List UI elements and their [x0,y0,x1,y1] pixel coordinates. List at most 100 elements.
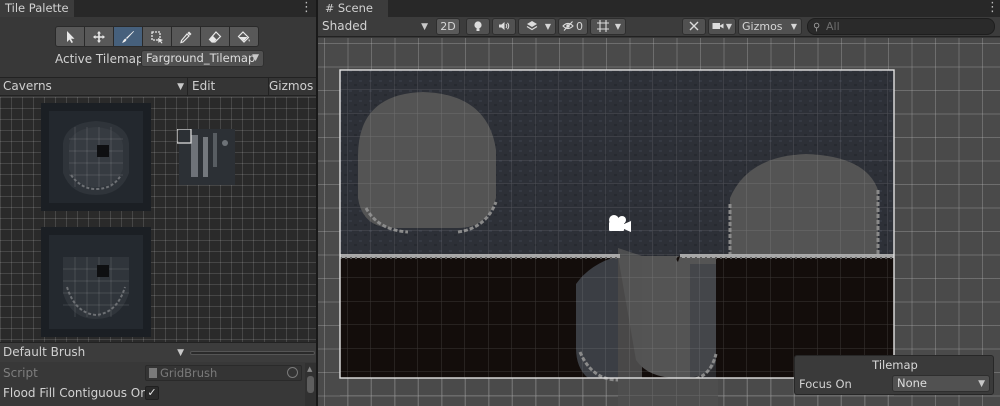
object-picker-icon[interactable] [287,367,298,378]
select-tool-button[interactable] [55,26,85,47]
palette-selector-bar: Caverns ▼ Edit Gizmos [0,77,316,96]
chevron-down-icon: ▼ [177,82,184,92]
chevron-down-icon: ▼ [177,348,184,358]
cave-level-tilemap [339,69,895,406]
flood-fill-checkbox[interactable]: ✓ [145,386,159,400]
script-row: Script GridBrush [0,363,305,383]
eye-slash-icon [562,21,574,31]
shading-mode-dropdown[interactable]: Shaded ▼ [322,18,430,35]
grid-snap-icon [597,20,609,32]
scrollbar-thumb[interactable] [307,376,314,393]
chevron-down-icon: ▼ [544,22,551,31]
wrench-screwdriver-icon [689,21,699,31]
tilemap-overlay-title: Tilemap [872,358,918,372]
chevron-down-icon: ▼ [725,22,732,31]
scene-viewport[interactable]: Tilemap Focus On None ▼ [318,38,1000,406]
eraser-icon [208,30,222,43]
active-tilemap-label: Active Tilemap [55,52,144,66]
flood-fill-tool-button[interactable] [229,26,259,47]
palette-gizmos-label: Gizmos [269,79,314,93]
brush-inspector-scrollbar[interactable]: ▲ [305,363,316,406]
chevron-down-icon: ▼ [790,22,797,31]
chevron-down-icon: ▼ [421,22,428,32]
box-fill-icon [151,30,163,43]
audio-toggle[interactable] [492,18,516,35]
tilemap-overlay-panel: Tilemap Focus On None ▼ [794,355,994,395]
lighting-toggle[interactable] [466,18,490,35]
paint-bucket-icon [237,30,250,43]
search-icon: ⚲ [813,22,821,33]
2d-mode-toggle[interactable]: 2D [436,18,460,35]
2d-mode-label: 2D [440,20,456,33]
paint-brush-tool-button[interactable] [113,26,143,47]
palette-menu-icon[interactable]: ⋮ [300,1,313,15]
gizmos-dropdown[interactable]: Gizmos ▼ [738,18,802,35]
camera-gizmo-icon[interactable] [605,214,633,234]
brush-dropdown[interactable]: Default Brush ▼ [0,344,186,361]
palette-tab-bar: Tile Palette ⋮ [0,0,316,17]
edit-palette-button[interactable]: Edit [187,78,267,95]
grid-snapping-dropdown[interactable]: ▼ [590,18,626,35]
hash-icon: # [325,2,335,15]
tab-tile-palette-label: Tile Palette [5,1,69,15]
scene-tab-bar: # Scene ⋮ [318,0,1000,17]
picker-tool-button[interactable] [171,26,201,47]
focus-on-label: Focus On [799,377,852,391]
chevron-down-icon: ▼ [614,22,621,31]
eraser-tool-button[interactable] [200,26,230,47]
chevron-down-icon: ▼ [252,53,259,63]
scene-toolbar: Shaded ▼ 2D ▼ 0 ▼ ▼ Gizmos ▼ ⚲ All [318,17,1000,37]
flood-fill-label: Flood Fill Contiguous Only [3,386,159,400]
active-tilemap-row: Active Tilemap Farground_Tilemap ▼ [0,49,316,69]
hidden-objects-toggle[interactable]: 0 [558,18,588,35]
palette-tile-cave-bowl[interactable] [41,227,151,337]
brush-name: Default Brush [3,345,86,359]
script-file-icon [149,368,157,378]
active-tilemap-value: Farground_Tilemap [146,51,256,65]
lightbulb-icon [474,21,482,31]
pointer-icon [67,30,75,43]
focus-on-dropdown[interactable]: None ▼ [892,375,990,392]
scroll-up-arrow-icon[interactable]: ▲ [307,365,312,373]
eyedropper-icon [180,31,192,43]
video-camera-icon [712,23,724,29]
layers-icon [526,21,538,31]
hierarchy-search-input[interactable]: ⚲ All [807,18,995,35]
focus-on-value: None [897,376,928,390]
camera-settings-dropdown[interactable]: ▼ [708,18,736,35]
shading-mode-value: Shaded [322,19,368,33]
palette-tile-light-columns[interactable] [177,129,235,185]
paintbrush-icon [122,30,134,43]
tile-palette-grid[interactable] [0,97,316,342]
checkmark-icon: ✓ [147,386,157,399]
hidden-count: 0 [576,20,583,33]
tile-tools-toolbar [55,26,259,47]
tab-scene[interactable]: # Scene [318,0,388,17]
speaker-icon [499,22,510,30]
palette-name: Caverns [3,79,52,93]
palette-gizmos-button[interactable]: Gizmos [268,78,316,95]
script-value: GridBrush [160,366,218,380]
gizmos-label: Gizmos [742,20,783,33]
active-tilemap-dropdown[interactable]: Farground_Tilemap ▼ [141,50,264,67]
palette-dropdown[interactable]: Caverns ▼ [0,78,186,95]
script-label: Script [3,366,38,380]
tile-palette-panel: Tile Palette ⋮ Active Tilemap Farground_… [0,0,316,406]
search-placeholder: All [826,20,840,33]
tab-tile-palette[interactable]: Tile Palette [0,0,74,17]
move-tool-button[interactable] [84,26,114,47]
script-object-field[interactable]: GridBrush [145,365,302,381]
scene-panel: # Scene ⋮ Shaded ▼ 2D ▼ 0 ▼ ▼ Gizmos ▼ ⚲… [318,0,1000,406]
box-fill-tool-button[interactable] [142,26,172,47]
edit-palette-label: Edit [192,79,216,93]
tools-toggle[interactable] [682,18,706,35]
effects-dropdown[interactable]: ▼ [518,18,556,35]
brush-selector-bar: Default Brush ▼ [0,342,316,362]
flood-fill-row: Flood Fill Contiguous Only ✓ [0,383,305,403]
tab-scene-label: Scene [337,1,373,15]
scene-menu-icon[interactable]: ⋮ [986,1,999,15]
move-arrows-icon [93,30,105,43]
brush-panel-splitter[interactable] [190,351,315,355]
chevron-down-icon: ▼ [978,379,985,389]
palette-tile-cave-chamber[interactable] [41,103,151,211]
